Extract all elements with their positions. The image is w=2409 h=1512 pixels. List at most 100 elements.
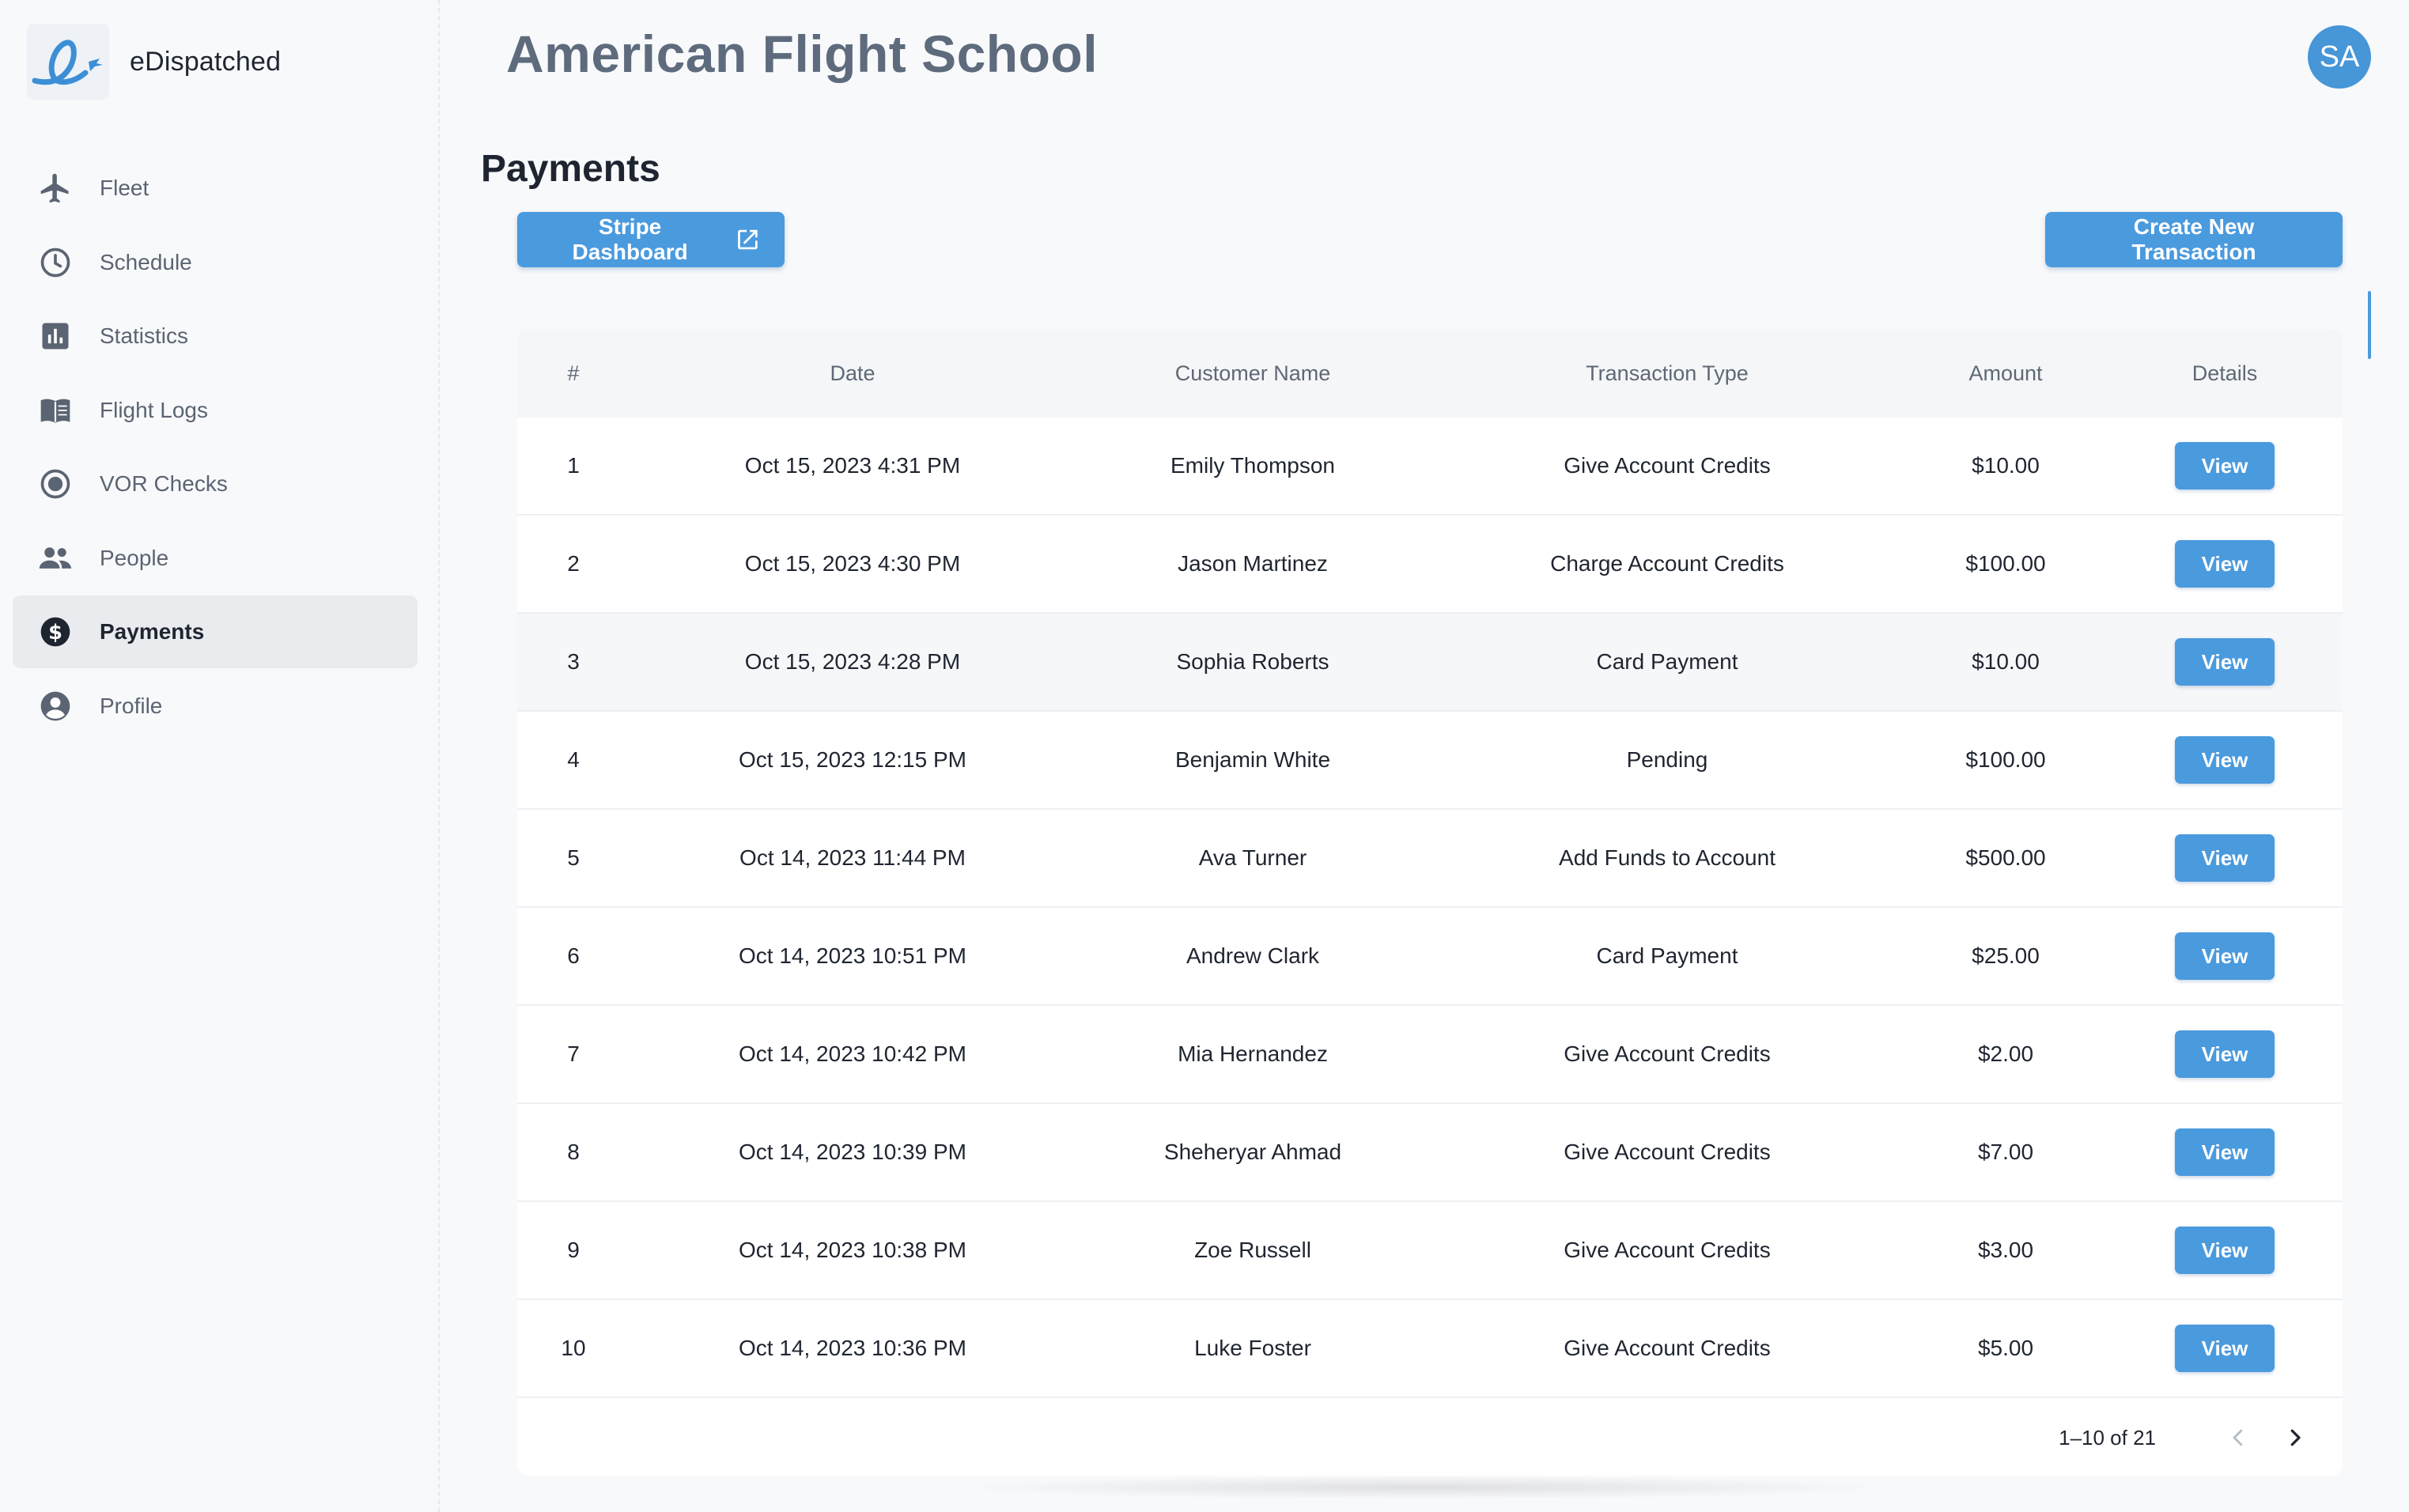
account-icon	[36, 687, 74, 725]
view-button[interactable]: View	[2175, 1030, 2275, 1078]
user-avatar[interactable]: SA	[2308, 25, 2371, 89]
sidebar-item-label: Statistics	[100, 323, 189, 348]
row-customer-name: Mia Hernandez	[1178, 1041, 1328, 1066]
row-number: 2	[567, 551, 580, 576]
row-customer-name: Jason Martinez	[1178, 551, 1328, 576]
row-details: View	[2107, 540, 2343, 588]
next-page-button[interactable]	[2278, 1420, 2313, 1455]
row-customer-name: Sheheryar Ahmad	[1163, 1140, 1342, 1164]
row-amount: $25.00	[1972, 943, 2040, 968]
row-transaction-type: Pending	[1626, 747, 1708, 772]
row-customer-name: Luke Foster	[1194, 1336, 1311, 1360]
row-amount: $7.00	[1977, 1140, 2034, 1164]
row-customer-name: Andrew Clark	[1186, 943, 1320, 968]
column-header-number: #	[567, 361, 580, 385]
row-date: Oct 15, 2023 4:30 PM	[744, 551, 961, 576]
row-transaction-type: Card Payment	[1596, 649, 1738, 674]
row-amount: $100.00	[1965, 747, 2046, 772]
sidebar-item-statistics[interactable]: Statistics	[13, 300, 418, 372]
table-row[interactable]: 8 Oct 14, 2023 10:39 PM Sheheryar Ahmad …	[517, 1104, 2343, 1202]
column-header-date[interactable]: Date	[630, 361, 1076, 386]
sidebar-item-schedule[interactable]: Schedule	[13, 226, 418, 299]
row-number: 10	[561, 1336, 586, 1360]
scrollbar-thumb[interactable]	[2368, 291, 2371, 359]
row-number: 9	[567, 1238, 580, 1262]
column-header-details: Details	[2192, 361, 2258, 385]
row-number: 4	[567, 747, 580, 772]
row-amount: $10.00	[1972, 453, 2040, 478]
row-number: 7	[567, 1041, 580, 1066]
stripe-dashboard-button[interactable]: Stripe Dashboard	[517, 212, 785, 267]
sidebar: eDispatched Fleet Schedule Statistics Fl…	[0, 0, 440, 1512]
people-icon	[36, 539, 74, 577]
view-button[interactable]: View	[2175, 442, 2275, 490]
payments-table: # Date Customer Name Transaction Type Am…	[517, 329, 2343, 1476]
row-amount: $10.00	[1972, 649, 2040, 674]
column-header-customer-name[interactable]: Customer Name	[1076, 361, 1430, 386]
row-date: Oct 14, 2023 10:42 PM	[739, 1041, 966, 1066]
row-details: View	[2107, 932, 2343, 980]
table-row[interactable]: 3 Oct 15, 2023 4:28 PM Sophia Roberts Ca…	[517, 614, 2343, 712]
view-button[interactable]: View	[2175, 1128, 2275, 1176]
table-row[interactable]: 10 Oct 14, 2023 10:36 PM Luke Foster Giv…	[517, 1300, 2343, 1398]
row-transaction-type: Give Account Credits	[1564, 1238, 1771, 1262]
view-button[interactable]: View	[2175, 1325, 2275, 1372]
column-header-amount[interactable]: Amount	[1904, 361, 2107, 386]
row-details: View	[2107, 442, 2343, 490]
sidebar-item-profile[interactable]: Profile	[13, 670, 418, 743]
column-header-transaction-type[interactable]: Transaction Type	[1430, 361, 1904, 386]
sidebar-item-label: VOR Checks	[100, 471, 228, 496]
row-number: 5	[567, 845, 580, 870]
edispatched-logo-icon	[27, 24, 109, 100]
row-details: View	[2107, 736, 2343, 784]
table-row[interactable]: 2 Oct 15, 2023 4:30 PM Jason Martinez Ch…	[517, 516, 2343, 614]
table-row[interactable]: 4 Oct 15, 2023 12:15 PM Benjamin White P…	[517, 712, 2343, 810]
sidebar-nav: Fleet Schedule Statistics Flight Logs VO…	[13, 152, 418, 743]
brand[interactable]: eDispatched	[27, 24, 281, 100]
table-row[interactable]: 1 Oct 15, 2023 4:31 PM Emily Thompson Gi…	[517, 418, 2343, 516]
sidebar-item-label: Payments	[100, 619, 205, 644]
view-button[interactable]: View	[2175, 736, 2275, 784]
sidebar-item-vor-checks[interactable]: VOR Checks	[13, 448, 418, 520]
row-amount: $3.00	[1977, 1238, 2034, 1262]
row-transaction-type: Give Account Credits	[1564, 1336, 1771, 1360]
sidebar-item-label: Profile	[100, 693, 163, 718]
horizontal-scroll-shadow	[949, 1476, 1898, 1499]
view-button[interactable]: View	[2175, 932, 2275, 980]
chevron-right-icon	[2290, 1429, 2301, 1446]
row-customer-name: Ava Turner	[1198, 845, 1307, 870]
row-transaction-type: Charge Account Credits	[1550, 551, 1784, 576]
row-amount: $5.00	[1977, 1336, 2034, 1360]
table-row[interactable]: 9 Oct 14, 2023 10:38 PM Zoe Russell Give…	[517, 1202, 2343, 1300]
row-transaction-type: Give Account Credits	[1564, 1041, 1771, 1066]
view-button[interactable]: View	[2175, 834, 2275, 882]
row-number: 6	[567, 943, 580, 968]
row-details: View	[2107, 834, 2343, 882]
book-icon	[36, 391, 74, 429]
row-transaction-type: Give Account Credits	[1564, 453, 1771, 478]
row-date: Oct 14, 2023 10:39 PM	[739, 1140, 966, 1164]
row-details: View	[2107, 1128, 2343, 1176]
row-number: 8	[567, 1140, 580, 1164]
view-button[interactable]: View	[2175, 638, 2275, 686]
external-link-icon	[738, 229, 758, 250]
sidebar-item-people[interactable]: People	[13, 522, 418, 595]
previous-page-button[interactable]	[2221, 1420, 2256, 1455]
row-number: 3	[567, 649, 580, 674]
table-row[interactable]: 6 Oct 14, 2023 10:51 PM Andrew Clark Car…	[517, 908, 2343, 1006]
sidebar-item-payments[interactable]: $ Payments	[13, 595, 418, 668]
dollar-icon: $	[36, 613, 74, 651]
row-details: View	[2107, 1030, 2343, 1078]
create-new-transaction-button[interactable]: Create New Transaction	[2045, 212, 2343, 267]
sidebar-item-flight-logs[interactable]: Flight Logs	[13, 374, 418, 447]
row-details: View	[2107, 638, 2343, 686]
table-row[interactable]: 7 Oct 14, 2023 10:42 PM Mia Hernandez Gi…	[517, 1006, 2343, 1104]
radio-target-icon	[36, 465, 74, 503]
sidebar-item-fleet[interactable]: Fleet	[13, 152, 418, 225]
pagination-range: 1–10 of 21	[2059, 1425, 2156, 1450]
row-details: View	[2107, 1227, 2343, 1274]
table-row[interactable]: 5 Oct 14, 2023 11:44 PM Ava Turner Add F…	[517, 810, 2343, 908]
view-button[interactable]: View	[2175, 540, 2275, 588]
view-button[interactable]: View	[2175, 1227, 2275, 1274]
sidebar-item-label: Fleet	[100, 176, 149, 200]
